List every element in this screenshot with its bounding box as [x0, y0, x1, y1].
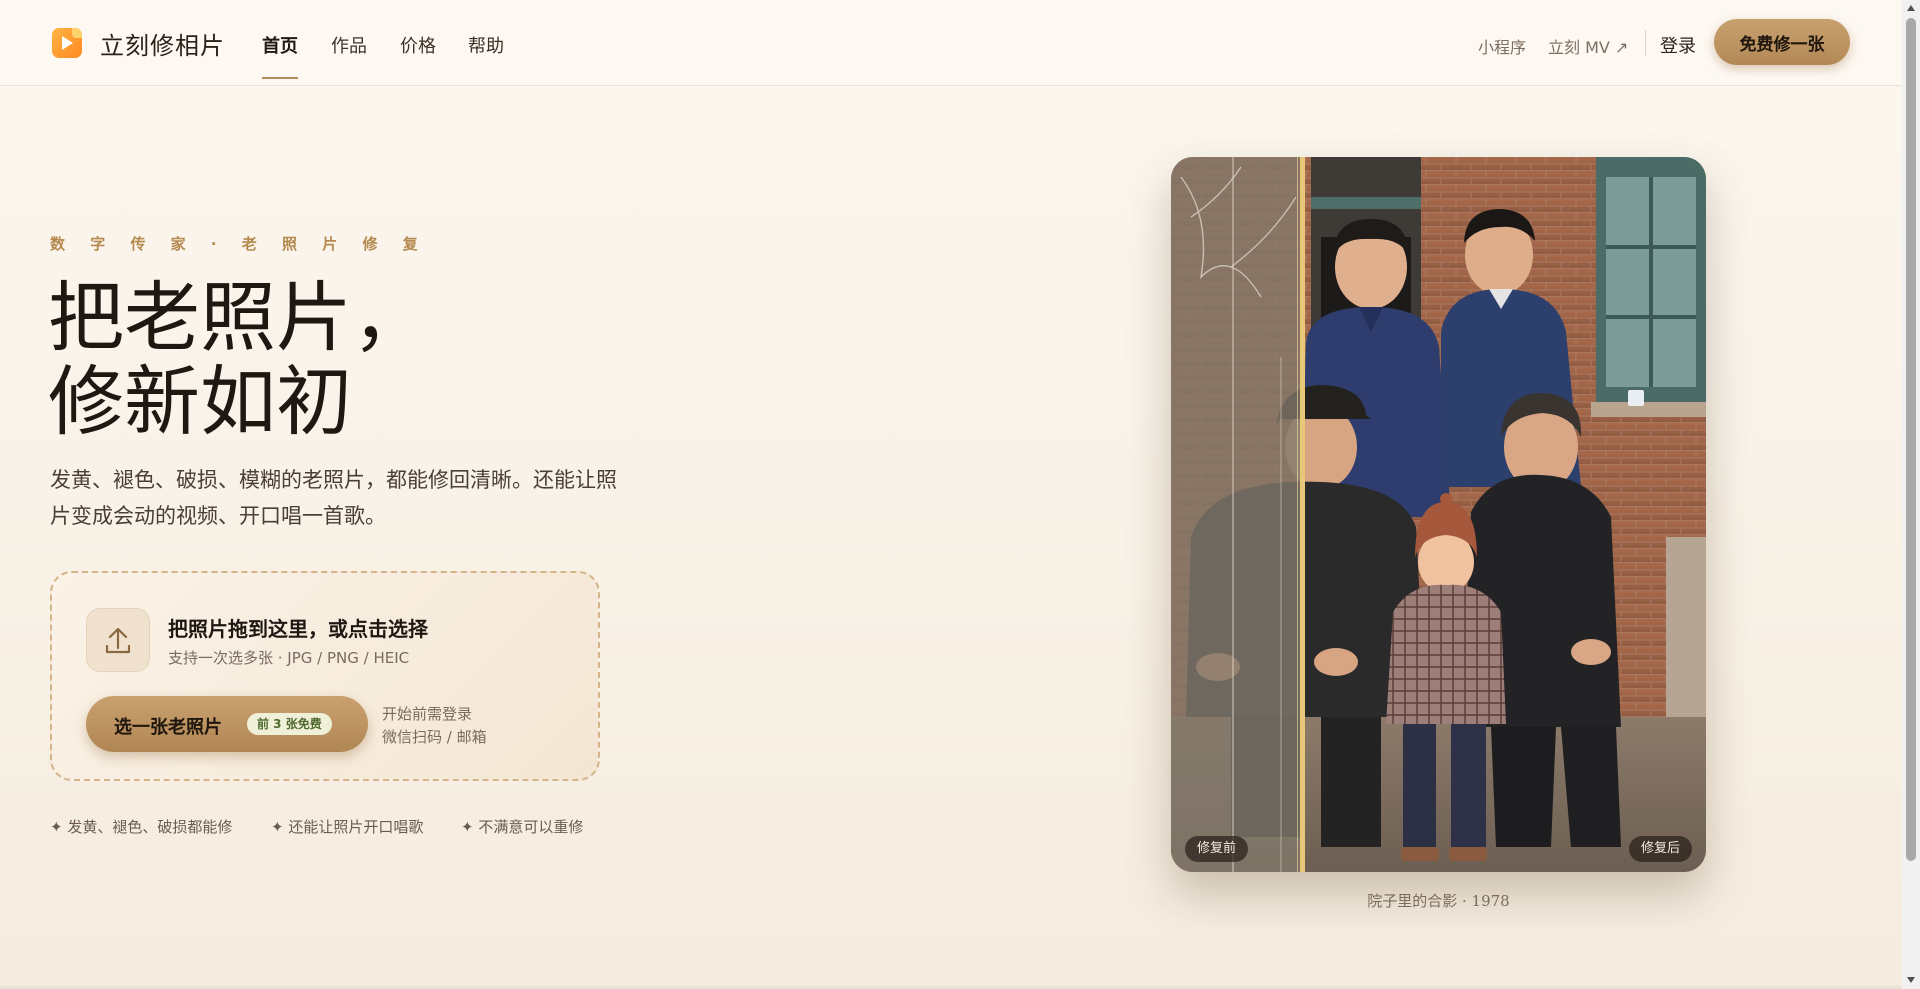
pick-photo-label: 选一张老照片: [114, 717, 222, 738]
vertical-scrollbar[interactable]: [1902, 0, 1920, 989]
login-note-line-1: 开始前需登录: [382, 705, 473, 723]
upload-dropzone[interactable]: 把照片拖到这里，或点击选择 支持一次选多张 · JPG / PNG / HEIC…: [50, 571, 600, 781]
feature-item: ✦ 发黄、褪色、破损都能修: [50, 818, 233, 836]
scroll-down-icon[interactable]: [1907, 977, 1915, 983]
scrollbar-thumb[interactable]: [1906, 18, 1916, 861]
header-divider: [1645, 30, 1646, 56]
nav-help[interactable]: 帮助: [468, 32, 504, 58]
brand-name[interactable]: 立刻修相片: [100, 26, 225, 61]
free-repair-button[interactable]: 免费修一张: [1714, 19, 1850, 65]
hero-eyebrow: 数 字 传 家 · 老 照 片 修 复: [50, 235, 428, 253]
top-header: 立刻修相片 首页 作品 价格 帮助 小程序 立刻 MV ↗ 登录 免费修一张: [0, 0, 1902, 86]
before-label: 修复前: [1185, 836, 1249, 862]
headline-line-1: 把老照片，: [48, 273, 428, 362]
hero-description: 发黄、褪色、破损、模糊的老照片，都能修回清晰。还能让照片变成会动的视频、开口唱一…: [50, 468, 617, 528]
after-label: 修复后: [1628, 836, 1692, 862]
hero-headline: 把老照片， 修新如初: [48, 276, 428, 444]
feature-item: ✦ 还能让照片开口唱歌: [271, 818, 424, 836]
before-after-compare[interactable]: 修复前 修复后: [1171, 157, 1706, 872]
mv-external-link[interactable]: 立刻 MV ↗: [1548, 34, 1628, 58]
upload-formats: 支持一次选多张 · JPG / PNG / HEIC: [168, 649, 410, 667]
scroll-up-icon[interactable]: [1907, 5, 1915, 11]
upload-title: 把照片拖到这里，或点击选择: [168, 617, 428, 641]
nav-home[interactable]: 首页: [262, 32, 298, 58]
login-requirement-note: 开始前需登录 微信扫码 / 邮箱: [382, 703, 487, 749]
feature-item: ✦ 不满意可以重修: [461, 818, 584, 836]
logo-icon[interactable]: [52, 28, 82, 58]
nav-active-underline: [262, 77, 298, 79]
mini-program-link[interactable]: 小程序: [1478, 34, 1526, 58]
photo-caption: 院子里的合影 · 1978: [1367, 892, 1510, 910]
login-link[interactable]: 登录: [1660, 32, 1696, 58]
family-photo: [1171, 157, 1706, 872]
nav-works[interactable]: 作品: [331, 32, 367, 58]
login-note-line-2: 微信扫码 / 邮箱: [382, 728, 487, 746]
headline-line-2: 修新如初: [48, 357, 352, 446]
nav-pricing[interactable]: 价格: [400, 32, 436, 58]
free-count-badge: 前 3 张免费: [247, 713, 332, 735]
upload-icon: [86, 608, 150, 672]
pick-photo-button[interactable]: 选一张老照片 前 3 张免费: [86, 696, 368, 752]
